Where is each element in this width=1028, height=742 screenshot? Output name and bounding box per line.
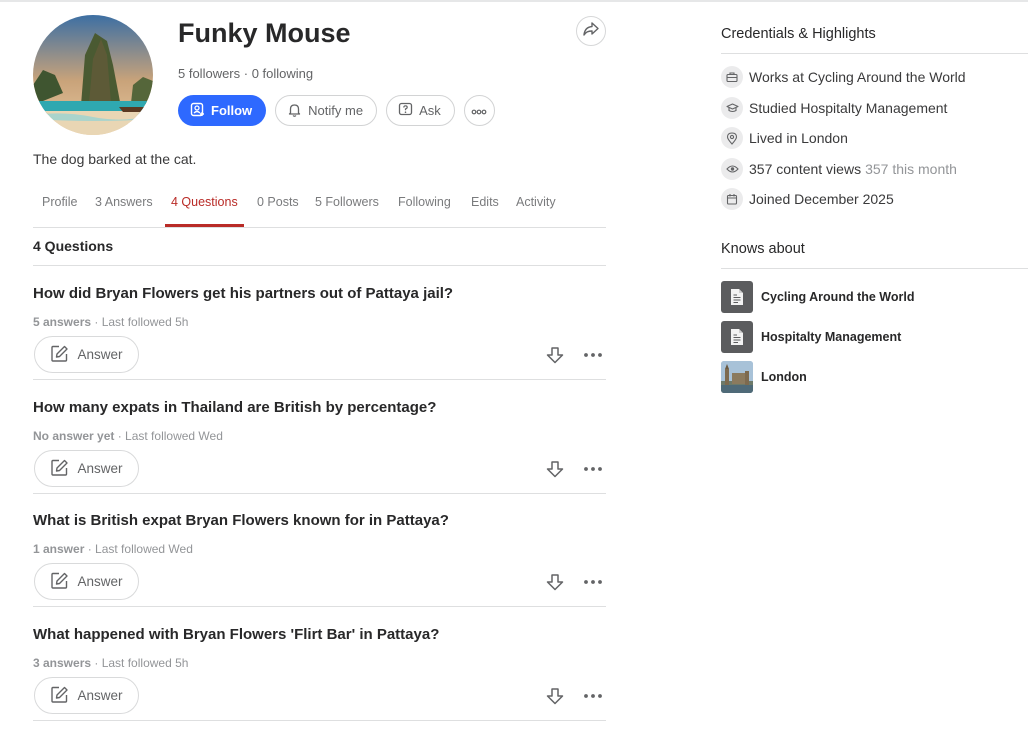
credential-text: Joined December 2025 [749,191,894,207]
credential-joined[interactable]: Joined December 2025 [721,186,894,212]
eye-icon [721,158,743,180]
tab-posts[interactable]: 0 Posts [257,188,299,228]
question-meta: No answer yet · Last followed Wed [33,429,223,443]
downvote-icon[interactable] [544,685,566,707]
more-options-icon[interactable] [582,458,604,480]
question-meta: 1 answer · Last followed Wed [33,542,193,556]
tab-followers[interactable]: 5 Followers [315,188,379,228]
ask-label: Ask [419,103,441,118]
credential-text: 357 content views [749,161,862,177]
downvote-icon[interactable] [544,571,566,593]
bell-icon [287,102,302,120]
last-followed: · Last followed 5h [91,315,189,329]
credential-text: Works at Cycling Around the World [749,69,966,85]
credential-text: Lived in London [749,130,848,146]
tab-edits[interactable]: Edits [471,188,499,228]
share-icon [583,21,599,42]
last-followed: · Last followed 5h [91,656,189,670]
question-title[interactable]: How did Bryan Flowers get his partners o… [33,285,453,302]
question-item: What happened with Bryan Flowers 'Flirt … [33,607,606,721]
share-button[interactable] [576,16,606,46]
question-icon [398,102,413,120]
more-dots-icon [471,102,487,120]
profile-tabs: Profile 3 Answers 4 Questions 0 Posts 5 … [33,188,606,228]
london-photo [721,361,753,393]
answer-count[interactable]: 5 answers [33,315,91,329]
pencil-icon [50,685,69,707]
downvote-icon[interactable] [544,344,566,366]
profile-name: Funky Mouse [178,18,351,48]
question-title[interactable]: What is British expat Bryan Flowers know… [33,512,449,529]
more-options-icon[interactable] [582,685,604,707]
profile-sidebar: Credentials & Highlights Works at Cyclin… [721,0,1028,742]
topic-item[interactable]: London [721,361,807,393]
answer-label: Answer [77,347,123,362]
pencil-icon [50,571,69,593]
calendar-icon [721,188,743,210]
question-title[interactable]: What happened with Bryan Flowers 'Flirt … [33,626,439,643]
profile-main-column: Funky Mouse 5 followers · 0 following Fo… [33,0,606,742]
location-pin-icon [721,127,743,149]
answer-count[interactable]: 3 answers [33,656,91,670]
briefcase-icon [721,66,743,88]
answer-count[interactable]: 1 answer [33,542,84,556]
tab-questions[interactable]: 4 Questions [165,188,244,228]
credentials-divider [721,53,1028,54]
last-followed: · Last followed Wed [114,429,223,443]
answer-button[interactable]: Answer [34,563,139,600]
answer-button[interactable]: Answer [34,677,139,714]
answer-label: Answer [77,688,123,703]
question-meta: 5 answers · Last followed 5h [33,315,188,329]
profile-actions: Follow Notify me Ask [178,95,495,126]
question-item: How did Bryan Flowers get his partners o… [33,266,606,380]
answer-count[interactable]: No answer yet [33,429,114,443]
topic-name: Cycling Around the World [761,290,915,304]
avatar[interactable] [33,15,153,135]
credential-employment[interactable]: Works at Cycling Around the World [721,64,966,90]
profile-bio: The dog barked at the cat. [33,151,197,167]
notify-me-button[interactable]: Notify me [275,95,378,126]
more-options-button[interactable] [463,95,495,126]
knows-about-divider [721,268,1028,269]
topic-item[interactable]: Hospitalty Management [721,321,901,353]
credential-education[interactable]: Studied Hospitalty Management [721,95,947,121]
question-title[interactable]: How many expats in Thailand are British … [33,399,436,416]
more-options-icon[interactable] [582,344,604,366]
tab-answers[interactable]: 3 Answers [95,188,153,228]
credential-text: Studied Hospitalty Management [749,100,948,116]
credential-subtext: 357 this month [865,161,957,177]
question-item: What is British expat Bryan Flowers know… [33,493,606,607]
pencil-icon [50,344,69,366]
knows-about-title: Knows about [721,241,805,257]
ask-button[interactable]: Ask [386,95,455,126]
topic-name: Hospitalty Management [761,330,902,344]
more-options-icon[interactable] [582,571,604,593]
follow-icon [190,102,205,120]
question-item: How many expats in Thailand are British … [33,380,606,494]
credential-views[interactable]: 357 content views 357 this month [721,156,957,182]
credentials-title: Credentials & Highlights [721,26,876,42]
topic-name: London [761,370,807,384]
tab-activity[interactable]: Activity [516,188,556,228]
question-meta: 3 answers · Last followed 5h [33,656,188,670]
follower-stats[interactable]: 5 followers · 0 following [178,66,313,81]
document-icon [721,321,753,353]
document-icon [721,281,753,313]
pencil-icon [50,458,69,480]
tab-profile[interactable]: Profile [42,188,77,228]
notify-me-label: Notify me [308,103,364,118]
answer-button[interactable]: Answer [34,336,139,373]
answer-label: Answer [77,461,123,476]
topic-item[interactable]: Cycling Around the World [721,281,914,313]
answer-button[interactable]: Answer [34,450,139,487]
tab-following[interactable]: Following [398,188,451,228]
questions-section-title: 4 Questions [33,238,114,254]
follow-button[interactable]: Follow [178,95,267,126]
follow-label: Follow [211,103,253,118]
last-followed: · Last followed Wed [84,542,193,556]
graduation-cap-icon [721,97,743,119]
credential-location[interactable]: Lived in London [721,125,848,151]
downvote-icon[interactable] [544,458,566,480]
answer-label: Answer [77,574,123,589]
